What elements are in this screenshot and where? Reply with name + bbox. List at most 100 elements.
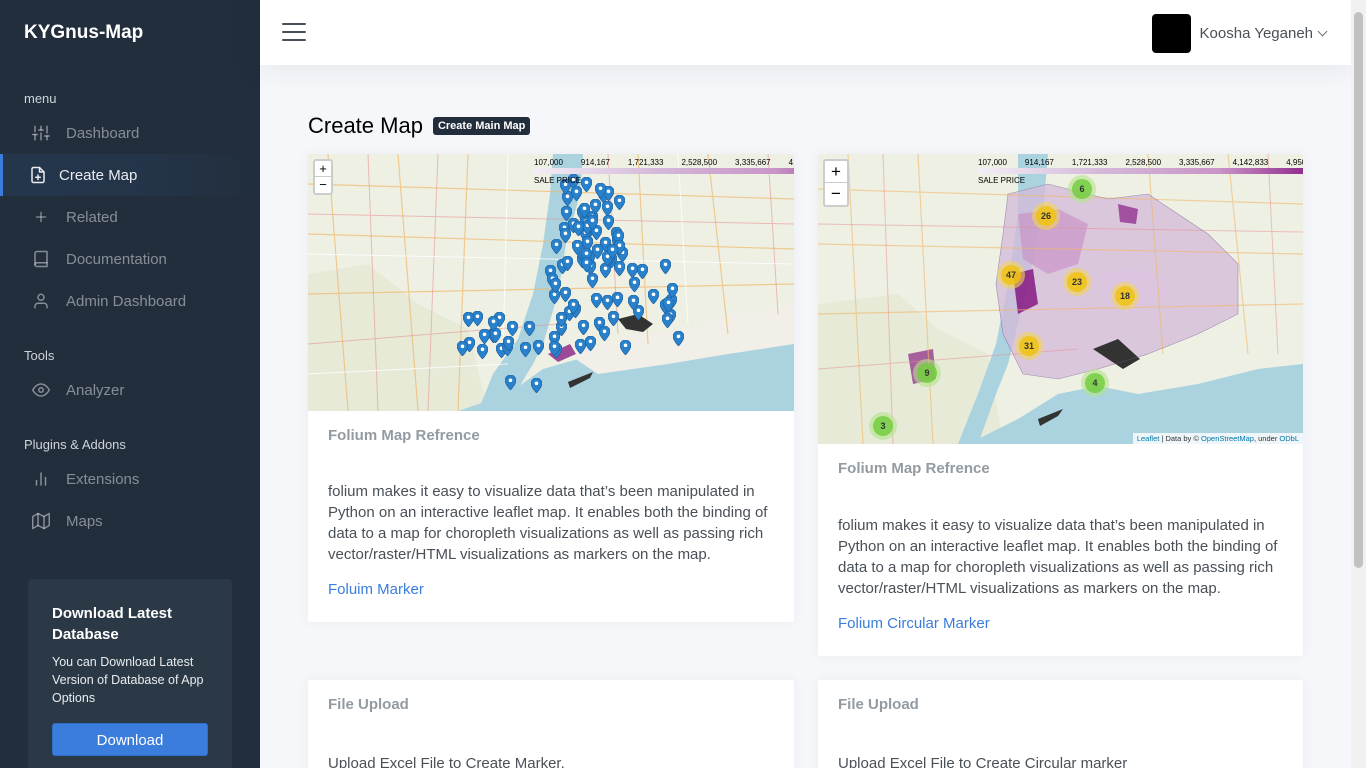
- legend-tick: 4,142,833: [788, 158, 794, 167]
- map-marker-pin-icon[interactable]: [599, 325, 611, 342]
- map-marker-pin-icon[interactable]: [476, 343, 489, 360]
- map-marker-pin-icon[interactable]: [661, 313, 673, 329]
- map-marker-pin-icon[interactable]: [603, 214, 615, 231]
- choropleth-map[interactable]: + − 107,000 914,167 1,721,333 2,528,500 …: [818, 154, 1303, 444]
- map-marker-pin-icon[interactable]: [606, 243, 619, 260]
- legend-tick: 107,000: [534, 158, 563, 167]
- cluster-marker[interactable]: 23: [1063, 268, 1091, 296]
- map-marker-pin-icon[interactable]: [659, 258, 672, 275]
- zoom-out-button[interactable]: −: [825, 183, 847, 205]
- map-marker-pin-icon[interactable]: [613, 195, 625, 211]
- map-marker-pin-icon[interactable]: [577, 319, 590, 336]
- map-marker-pin-icon[interactable]: [531, 377, 543, 394]
- cluster-count: 31: [1019, 336, 1039, 356]
- scrollbar-thumb[interactable]: [1354, 12, 1363, 568]
- map-marker-pin-icon[interactable]: [502, 335, 515, 352]
- map-marker-pin-icon[interactable]: [478, 328, 491, 345]
- map-marker-pin-icon[interactable]: [611, 291, 624, 308]
- cluster-marker[interactable]: 3: [869, 412, 897, 440]
- legend-color-bar: [534, 168, 794, 174]
- sidebar-item-analyzer[interactable]: Analyzer: [0, 369, 260, 411]
- map-marker-pin-icon[interactable]: [586, 214, 599, 231]
- sidebar-item-label: Related: [66, 208, 118, 226]
- map-marker-pin-icon[interactable]: [591, 243, 604, 260]
- legend-ticks: 107,000 914,167 1,721,333 2,528,500 3,33…: [534, 158, 794, 167]
- sidebar-header-menu: menu: [24, 91, 57, 106]
- marker-map[interactable]: + − 107,000 914,167 1,721,333 2,528,500 …: [308, 154, 794, 411]
- folium-marker-link[interactable]: Foluim Marker: [308, 581, 794, 598]
- sidebar-item-admin-dashboard[interactable]: Admin Dashboard: [0, 280, 260, 322]
- page-scrollbar[interactable]: [1351, 0, 1366, 768]
- map-marker-pin-icon[interactable]: [602, 201, 614, 217]
- sidebar-item-documentation[interactable]: Documentation: [0, 238, 260, 280]
- main-content: Create Map Create Main Map + − 107,000 9…: [260, 65, 1351, 768]
- leaflet-link[interactable]: Leaflet: [1137, 434, 1160, 443]
- legend-ticks: 107,000 914,167 1,721,333 2,528,500 3,33…: [978, 158, 1303, 167]
- openstreetmap-link[interactable]: OpenStreetMap: [1201, 434, 1254, 443]
- map-marker-pin-icon[interactable]: [548, 340, 560, 357]
- cluster-marker[interactable]: 47: [997, 261, 1025, 289]
- map-marker-pin-icon[interactable]: [590, 293, 603, 309]
- cluster-count: 3: [873, 416, 893, 436]
- map-marker-pin-icon[interactable]: [607, 310, 619, 327]
- cluster-marker[interactable]: 26: [1032, 202, 1060, 230]
- legend-tick: 4,950,000: [1286, 158, 1303, 167]
- user-menu[interactable]: Koosha Yeganeh: [1151, 14, 1328, 53]
- map-marker-pin-icon[interactable]: [580, 256, 592, 273]
- map-marker-pin-icon[interactable]: [627, 294, 639, 311]
- map-attribution: Leaflet | Data by © OpenStreetMap, under…: [1132, 433, 1303, 444]
- map-marker-pin-icon[interactable]: [523, 320, 536, 337]
- map-marker-pin-icon[interactable]: [673, 331, 685, 347]
- map-marker-pin-icon[interactable]: [567, 298, 580, 314]
- sidebar-header-tools: Tools: [24, 348, 55, 363]
- avatar[interactable]: [1151, 14, 1191, 53]
- map-marker-pin-icon[interactable]: [533, 339, 545, 356]
- cluster-marker[interactable]: 31: [1015, 332, 1043, 360]
- download-button[interactable]: Download: [52, 723, 208, 756]
- map-marker-pin-icon[interactable]: [636, 264, 649, 280]
- map-marker-pin-icon[interactable]: [560, 205, 573, 222]
- map-marker-pin-icon[interactable]: [572, 220, 584, 237]
- sidebar-item-label: Analyzer: [66, 381, 125, 399]
- map-marker-pin-icon[interactable]: [620, 339, 632, 356]
- folium-circular-marker-link[interactable]: Folium Circular Marker: [818, 615, 1303, 632]
- map-marker-pin-icon[interactable]: [614, 260, 626, 277]
- create-main-map-badge[interactable]: Create Main Map: [432, 117, 531, 135]
- map-marker-pin-icon[interactable]: [667, 283, 679, 299]
- map-marker-pin-icon[interactable]: [594, 182, 607, 199]
- cluster-count: 26: [1036, 206, 1056, 226]
- map-marker-pin-icon[interactable]: [506, 321, 519, 337]
- cluster-marker[interactable]: 4: [1081, 369, 1109, 397]
- zoom-out-button[interactable]: −: [315, 177, 331, 193]
- sidebar-item-extensions[interactable]: Extensions: [0, 458, 260, 500]
- cluster-marker[interactable]: 9: [913, 359, 941, 387]
- sidebar-item-label: Extensions: [66, 470, 140, 488]
- zoom-in-button[interactable]: +: [315, 161, 331, 177]
- cluster-marker[interactable]: 6: [1068, 175, 1096, 203]
- map-marker-pin-icon[interactable]: [570, 185, 582, 202]
- sidebar-item-create-map[interactable]: Create Map: [0, 154, 260, 196]
- map-marker-pin-icon[interactable]: [662, 296, 675, 312]
- sidebar-item-maps[interactable]: Maps: [0, 500, 260, 542]
- cluster-marker[interactable]: 18: [1111, 282, 1139, 310]
- map-marker-pin-icon[interactable]: [457, 341, 469, 357]
- map-marker-pin-icon[interactable]: [586, 272, 599, 288]
- cluster-count: 9: [917, 363, 937, 383]
- sidebar-item-related[interactable]: Related: [0, 196, 260, 238]
- map-marker-pin-icon[interactable]: [556, 311, 568, 328]
- map-zoom-control: + −: [823, 159, 849, 207]
- zoom-in-button[interactable]: +: [825, 161, 847, 183]
- map-marker-pin-icon[interactable]: [647, 288, 659, 305]
- map-marker-pin-icon[interactable]: [519, 341, 532, 358]
- cta-title: Download Latest Database: [52, 605, 173, 643]
- map-marker-pin-icon[interactable]: [589, 198, 602, 215]
- sidebar-item-dashboard[interactable]: Dashboard: [0, 112, 260, 154]
- map-marker-pin-icon[interactable]: [584, 336, 597, 352]
- odbl-link[interactable]: ODbL: [1279, 434, 1299, 443]
- map-marker-pin-icon[interactable]: [561, 255, 573, 272]
- map-tiles: [818, 154, 1303, 444]
- map-marker-pin-icon[interactable]: [504, 375, 517, 391]
- map-marker-pin-icon[interactable]: [462, 311, 475, 328]
- sidebar-toggle-menu-icon[interactable]: [282, 23, 306, 42]
- brand-logo[interactable]: KYGnus-Map: [0, 0, 260, 65]
